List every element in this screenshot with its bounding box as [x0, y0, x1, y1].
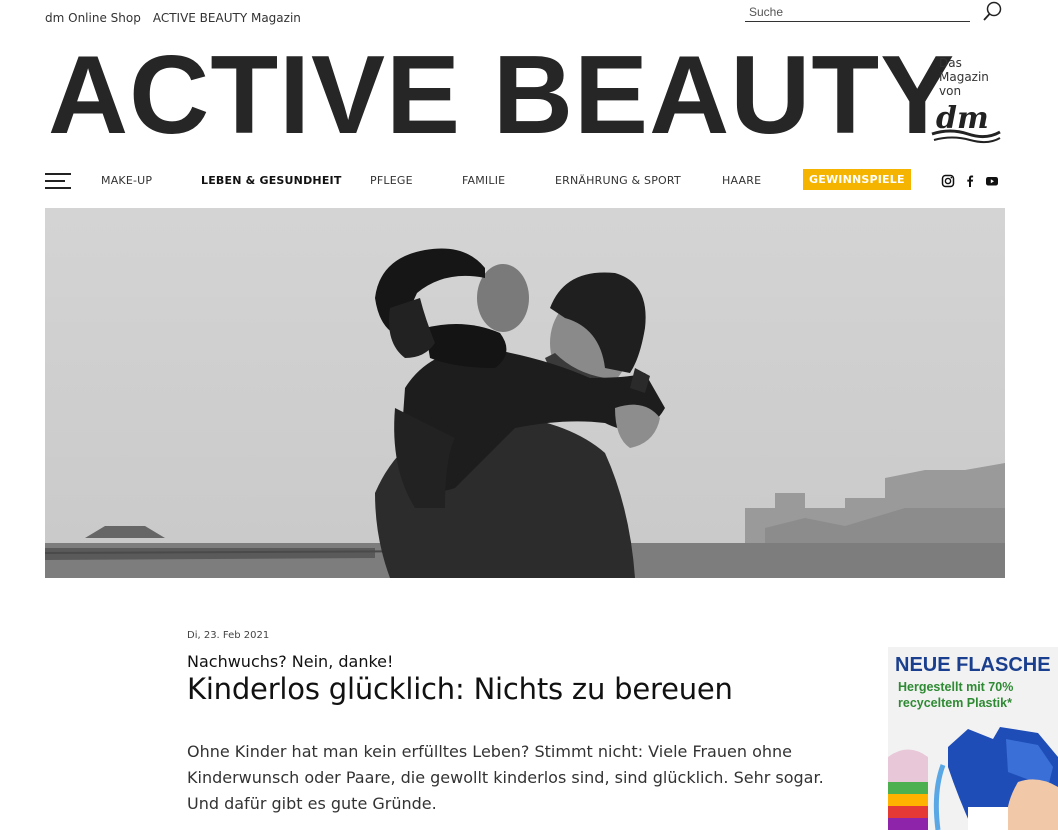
top-links: dm Online Shop ACTIVE BEAUTY Magazin [45, 11, 301, 25]
search-bar [745, 0, 1005, 24]
search-input[interactable] [745, 2, 970, 22]
ad-bottle-image [888, 727, 1058, 830]
byline-line: Das [939, 56, 962, 70]
dm-logo[interactable]: dm [930, 98, 1002, 144]
menu-icon[interactable] [45, 173, 71, 189]
byline-line: Magazin [939, 70, 989, 84]
nav-item-haare[interactable]: HAARE [722, 174, 761, 187]
nav-item-leben-gesundheit[interactable]: LEBEN & GESUNDHEIT [201, 174, 342, 187]
hero-image [45, 208, 1005, 578]
main-nav: MAKE-UP LEBEN & GESUNDHEIT PFLEGE FAMILI… [45, 168, 1005, 194]
nav-item-ernaehrung-sport[interactable]: ERNÄHRUNG & SPORT [555, 174, 681, 187]
search-icon[interactable] [982, 0, 1004, 22]
nav-item-make-up[interactable]: MAKE-UP [101, 174, 152, 187]
logo-byline: Das Magazin von [939, 56, 989, 98]
article-lead: Ohne Kinder hat man kein erfülltes Leben… [187, 742, 824, 813]
article-kicker: Nachwuchs? Nein, danke! [187, 652, 394, 671]
nav-item-familie[interactable]: FAMILIE [462, 174, 505, 187]
facebook-icon[interactable] [963, 174, 977, 188]
advertisement-banner[interactable]: NEUE FLASCHE Hergestellt mit 70% recycel… [888, 647, 1058, 830]
magazin-link[interactable]: ACTIVE BEAUTY Magazin [153, 11, 301, 25]
nav-item-gewinnspiele[interactable]: GEWINNSPIELE [803, 169, 911, 190]
article-date: Di, 23. Feb 2021 [187, 630, 270, 641]
instagram-icon[interactable] [941, 174, 955, 188]
byline-line: von [939, 84, 962, 98]
hero-photo [45, 208, 1005, 578]
article-headline: Kinderlos glücklich: Nichts zu bereuen [187, 672, 733, 706]
dm-online-shop-link[interactable]: dm Online Shop [45, 11, 141, 25]
nav-item-pflege[interactable]: PFLEGE [370, 174, 413, 187]
site-logo[interactable]: ACTIVE BEAUTY [48, 40, 955, 151]
youtube-icon[interactable] [985, 174, 999, 188]
